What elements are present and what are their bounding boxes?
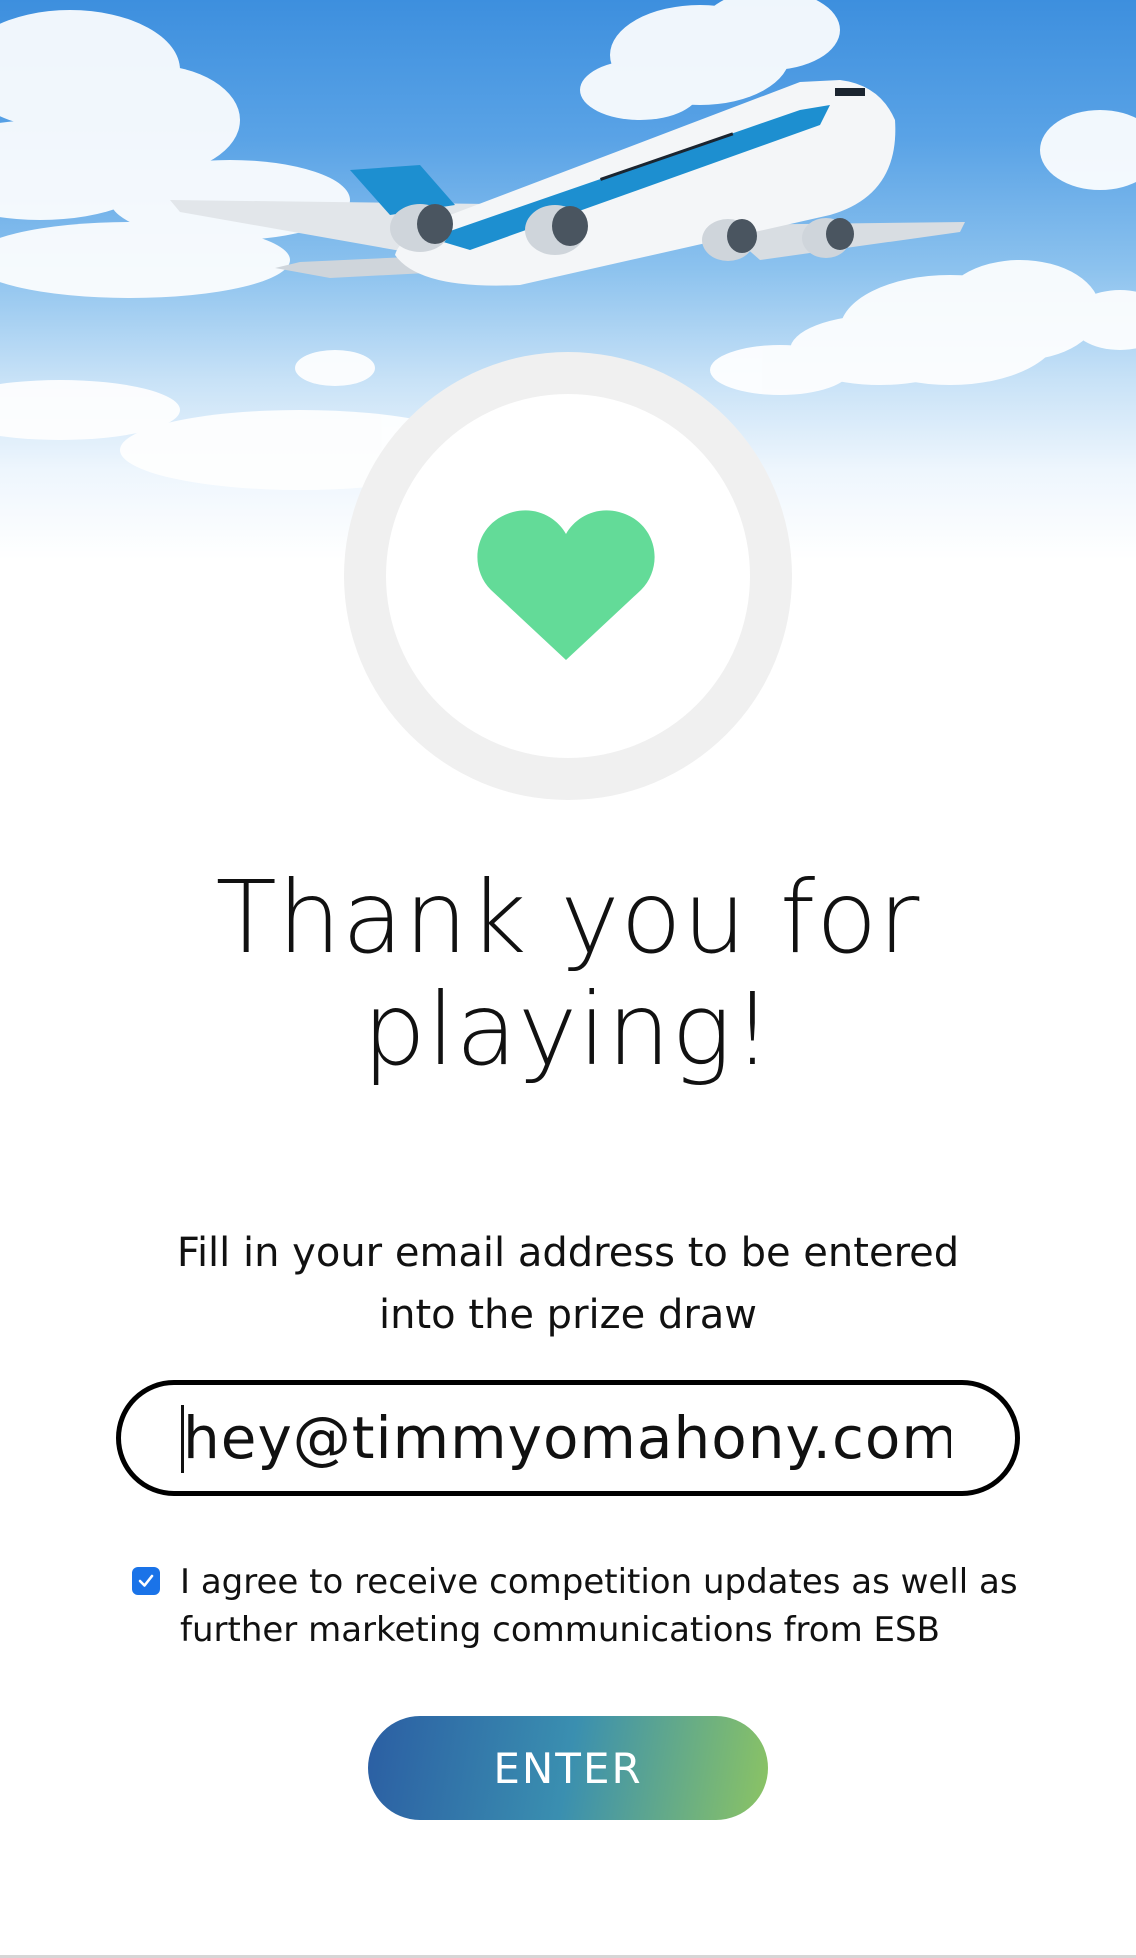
title-line-2: playing! [362,971,774,1088]
instruction-line-1: Fill in your email address to be entered [176,1230,960,1276]
page-title: Thank you for playing! [0,862,1136,1086]
heart-icon [477,510,655,660]
title-line-1: Thank you for [215,859,921,976]
text-caret [181,1405,184,1473]
instruction-line-2: into the prize draw [378,1292,758,1338]
consent-label: I agree to receive competition updates a… [180,1558,1020,1654]
consent-checkbox[interactable] [132,1567,160,1595]
checkmark-icon [138,1574,154,1587]
email-field[interactable] [183,1397,951,1479]
thank-you-page: Thank you for playing! Fill in your emai… [0,0,1136,1958]
consent-line-2: further marketing communications from ES… [180,1610,940,1650]
consent-line-1: I agree to receive competition updates a… [180,1562,1018,1602]
email-field-container [116,1380,1020,1496]
enter-button[interactable]: ENTER [368,1716,768,1820]
instruction-text: Fill in your email address to be entered… [140,1222,996,1346]
